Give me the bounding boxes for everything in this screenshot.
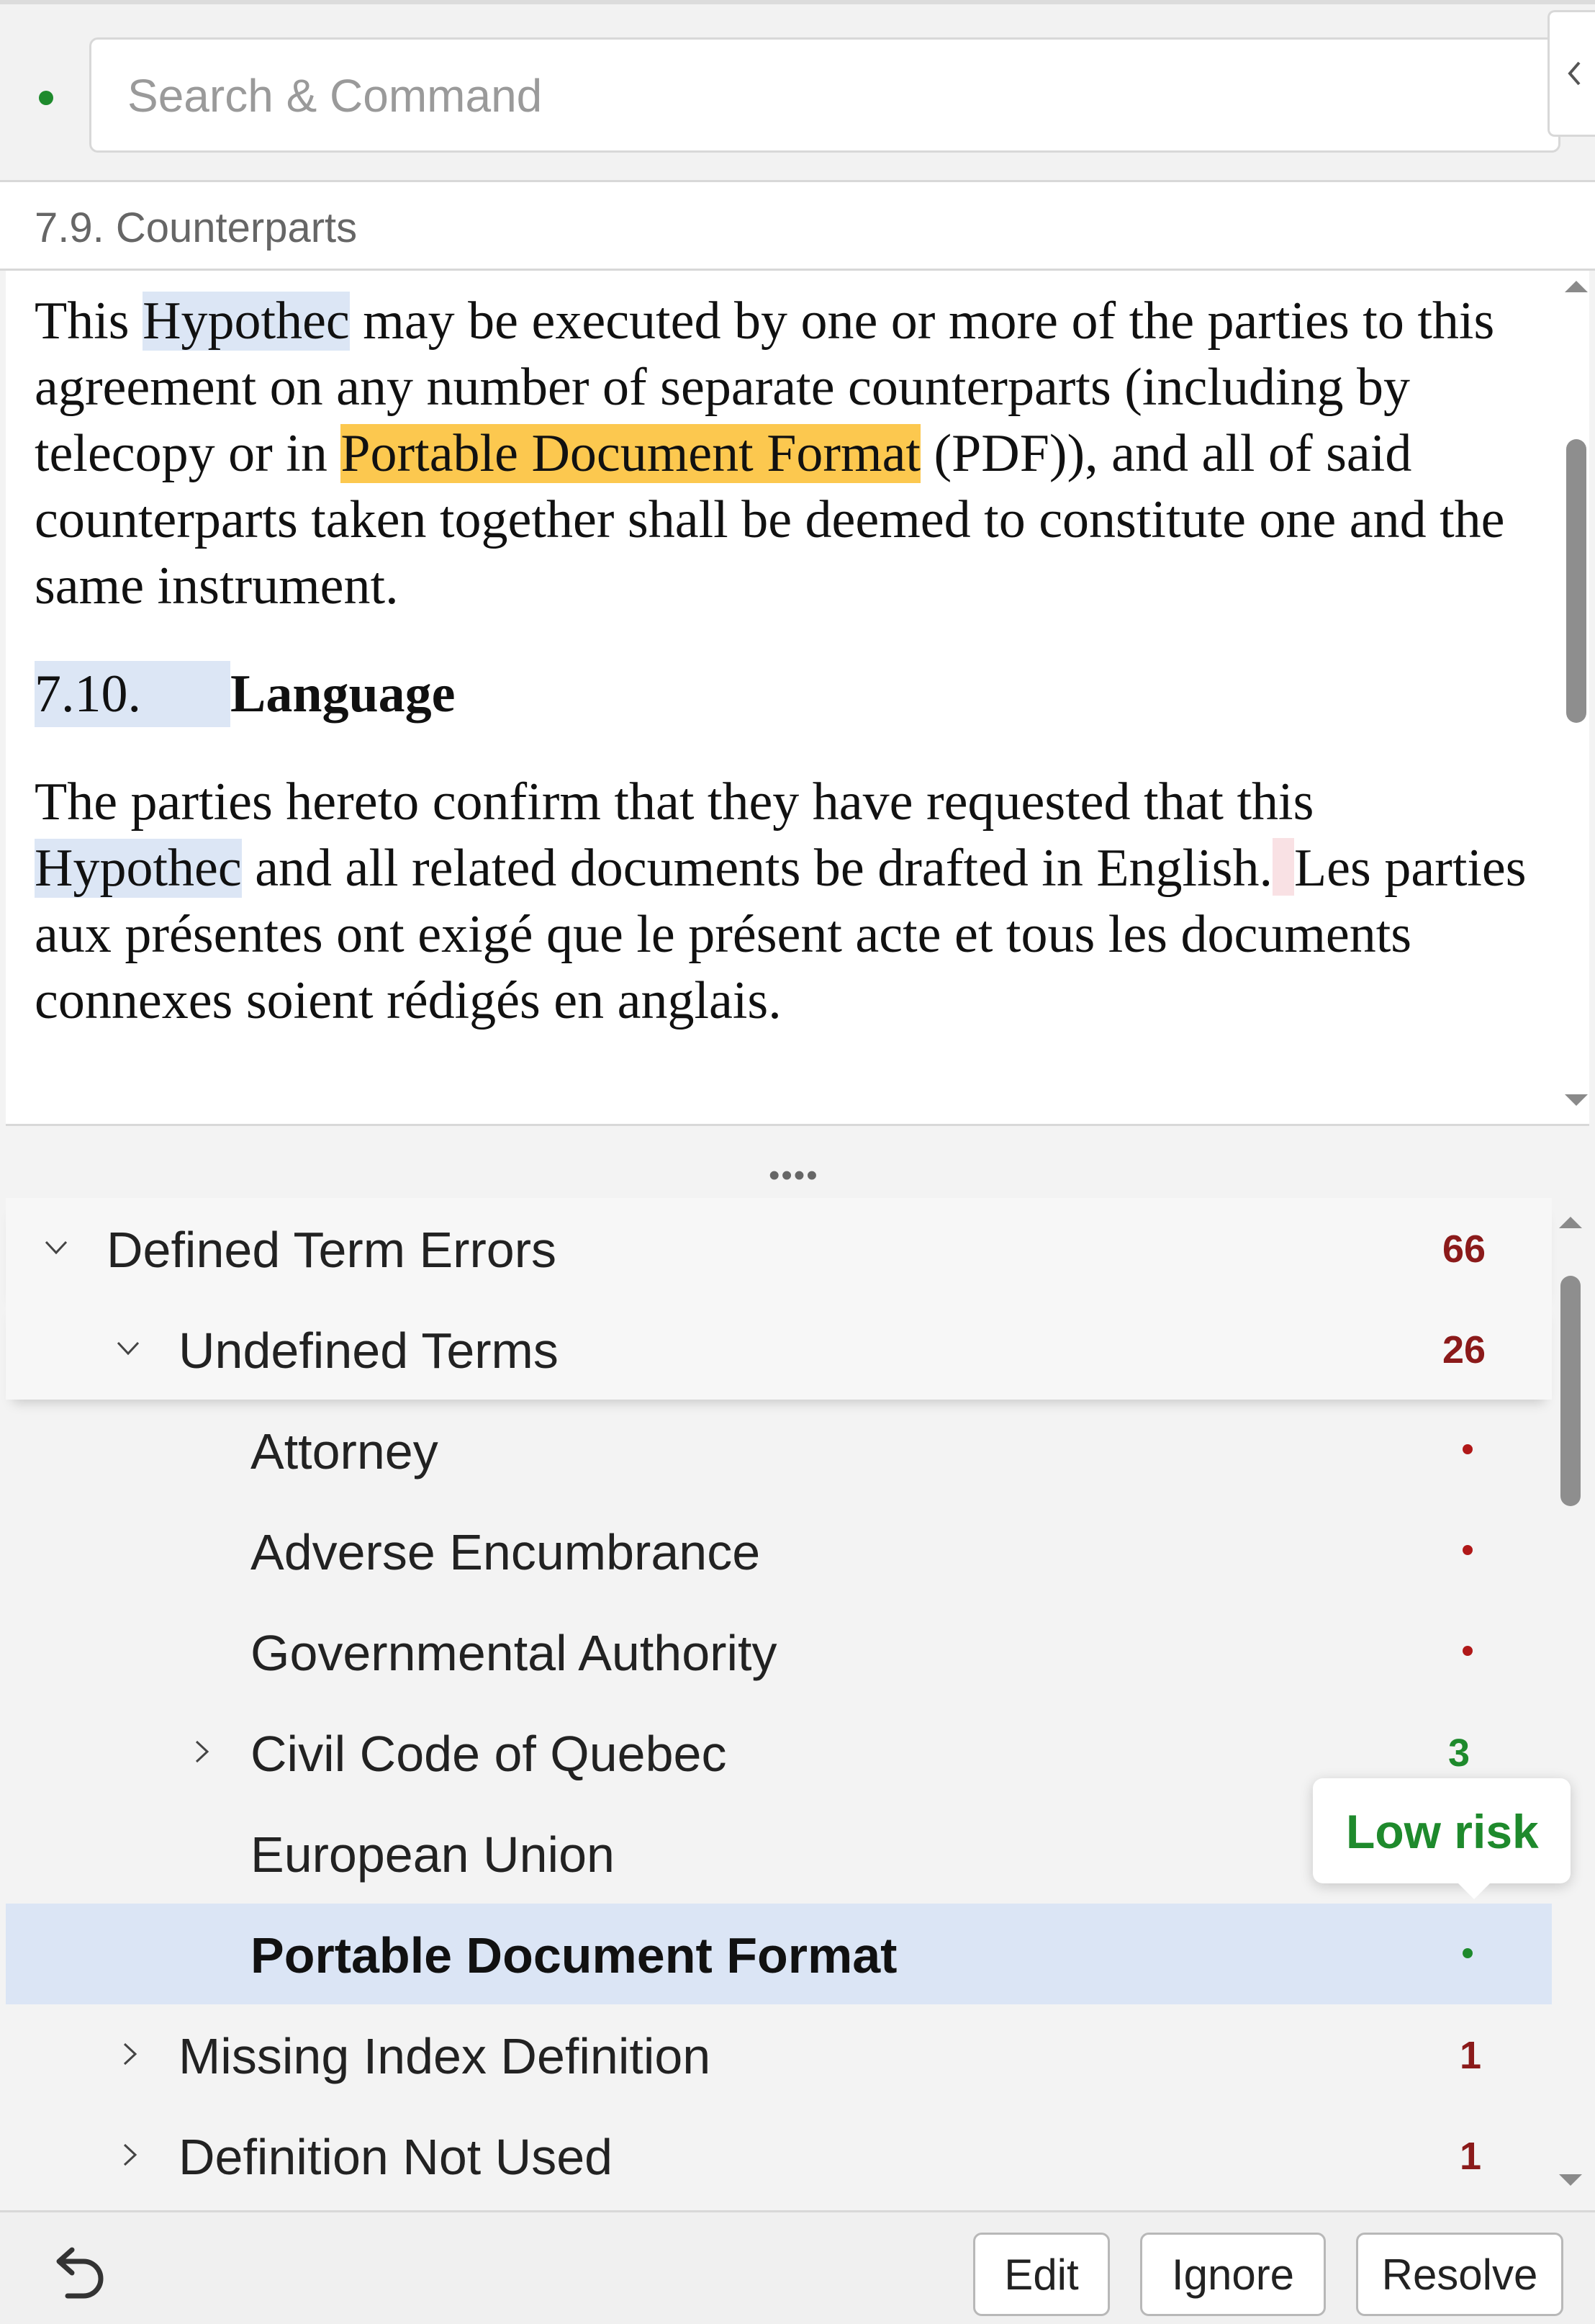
tree-row-definition-not-used[interactable]: Definition Not Used 1 — [6, 2105, 1552, 2206]
section-number: 7.10. — [35, 661, 230, 727]
breadcrumb: 7.9. Counterparts — [0, 180, 1595, 271]
issues-tree: Defined Term Errors 66 Undefined Terms 2… — [6, 1198, 1552, 2206]
top-bar — [0, 0, 1595, 180]
tree-label: Defined Term Errors — [107, 1222, 557, 1278]
scroll-up-arrow[interactable] — [1565, 281, 1588, 292]
tree-label: Governmental Authority — [250, 1625, 777, 1681]
flag-marker — [1272, 838, 1294, 896]
chevron-left-icon — [1567, 61, 1581, 86]
tooltip-arrow — [1455, 1881, 1493, 1899]
status-dot-icon — [39, 91, 53, 105]
splitter-grip[interactable]: •••• — [769, 1158, 819, 1194]
count-badge: 1 — [1460, 2135, 1482, 2178]
highlighted-term-pdf[interactable]: Portable Document Format — [340, 424, 921, 483]
risk-tooltip: Low risk — [1313, 1778, 1571, 1883]
paragraph-counterparts: This Hypothec may be executed by one or … — [35, 292, 1505, 616]
tree-scrollbar[interactable] — [1555, 1205, 1583, 2199]
tree-row-attorney[interactable]: Attorney — [6, 1400, 1552, 1500]
tree-row-defined-term-errors[interactable]: Defined Term Errors 66 — [6, 1198, 1552, 1299]
scroll-up-arrow[interactable] — [1559, 1217, 1582, 1228]
tree-label: Missing Index Definition — [179, 2028, 711, 2084]
chevron-right-icon[interactable] — [109, 2029, 150, 2079]
chevron-down-icon[interactable] — [108, 1323, 148, 1374]
scroll-down-arrow[interactable] — [1565, 1094, 1588, 1106]
search-input[interactable] — [126, 40, 1496, 152]
tree-row-governmental-authority[interactable]: Governmental Authority — [6, 1601, 1552, 1702]
breadcrumb-text: 7.9. Counterparts — [35, 204, 358, 251]
error-dot-icon — [1463, 1444, 1473, 1454]
error-dot-icon — [1463, 1545, 1473, 1555]
chevron-right-icon[interactable] — [181, 1726, 222, 1777]
tree-label: Portable Document Format — [250, 1927, 898, 1983]
low-risk-dot-icon — [1463, 1948, 1473, 1958]
paragraph-language: The parties hereto confirm that they hav… — [35, 773, 1527, 1030]
document-text: This Hypothec may be executed by one or … — [35, 288, 1532, 1034]
edit-button[interactable]: Edit — [973, 2233, 1110, 2316]
section-heading: 7.10. Language — [35, 661, 1532, 727]
tree-row-adverse-encumbrance[interactable]: Adverse Encumbrance — [6, 1500, 1552, 1601]
tree-row-undefined-terms[interactable]: Undefined Terms 26 — [6, 1299, 1552, 1400]
chevron-right-icon[interactable] — [109, 2130, 150, 2180]
defined-term-hypothec[interactable]: Hypothec — [143, 292, 350, 351]
undo-icon[interactable] — [46, 2240, 111, 2305]
tree-label: Definition Not Used — [179, 2129, 613, 2185]
count-badge: 66 — [1442, 1228, 1486, 1271]
defined-term-hypothec-2[interactable]: Hypothec — [35, 839, 242, 898]
count-badge: 3 — [1448, 1731, 1470, 1775]
resolve-button[interactable]: Resolve — [1356, 2233, 1563, 2316]
bottom-toolbar: Edit Ignore Resolve — [0, 2210, 1595, 2324]
ignore-button[interactable]: Ignore — [1140, 2233, 1326, 2316]
tree-label: Civil Code of Quebec — [250, 1726, 727, 1782]
tree-label: Undefined Terms — [179, 1323, 559, 1379]
error-dot-icon — [1463, 1646, 1473, 1656]
count-badge: 26 — [1442, 1328, 1486, 1372]
section-title: Language — [230, 665, 456, 724]
count-badge: 1 — [1460, 2034, 1482, 2077]
tree-label: European Union — [250, 1827, 615, 1883]
scroll-thumb[interactable] — [1560, 1276, 1581, 1506]
pane-splitter[interactable]: •••• — [0, 1126, 1595, 1205]
scroll-thumb[interactable] — [1566, 439, 1586, 723]
tree-row-portable-document-format[interactable]: Portable Document Format — [6, 1904, 1552, 2004]
chevron-down-icon[interactable] — [36, 1222, 76, 1273]
tree-label: Adverse Encumbrance — [250, 1524, 761, 1580]
collapse-panel-button[interactable] — [1547, 10, 1595, 137]
search-box[interactable] — [89, 37, 1560, 153]
document-pane: This Hypothec may be executed by one or … — [6, 271, 1589, 1126]
scroll-down-arrow[interactable] — [1559, 2174, 1582, 2186]
tree-row-missing-index-definition[interactable]: Missing Index Definition 1 — [6, 2004, 1552, 2105]
document-scrollbar[interactable] — [1560, 281, 1589, 1109]
tree-label: Attorney — [250, 1423, 438, 1479]
tooltip-text: Low risk — [1346, 1805, 1539, 1858]
